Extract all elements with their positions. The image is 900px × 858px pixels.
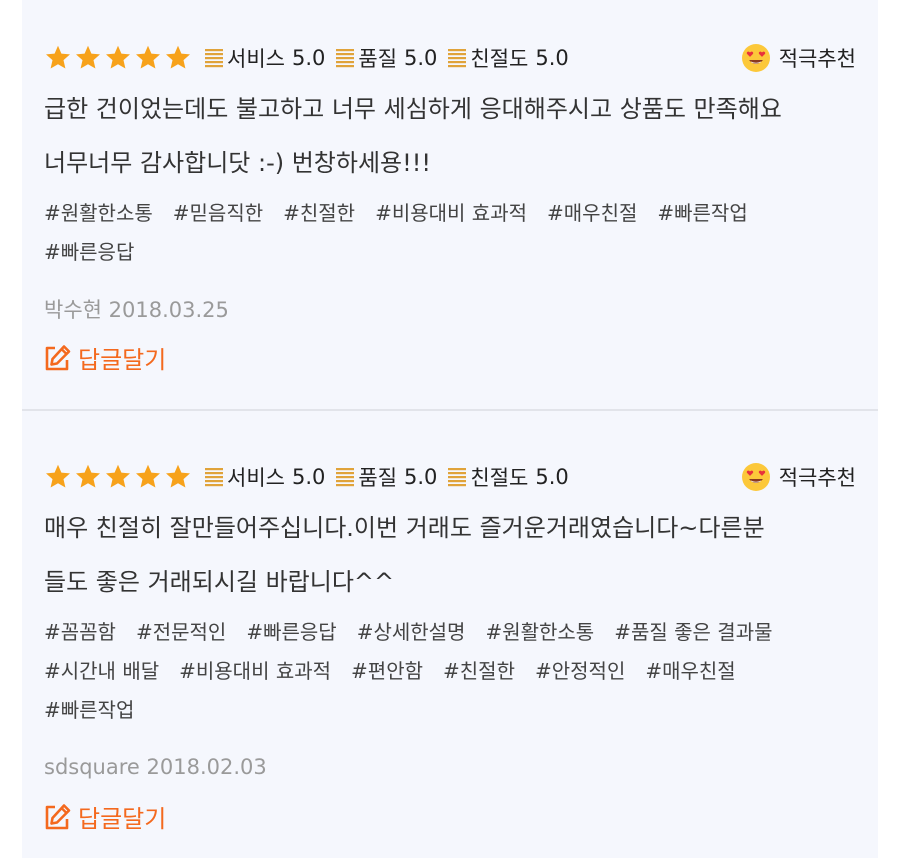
tag[interactable]: #친절한	[283, 194, 355, 233]
review-text: 급한 건이었는데도 불고하고 너무 세심하게 응대해주시고 상품도 만족해요너무…	[44, 82, 860, 190]
score-label: 친절도	[470, 466, 529, 490]
review-list-page: 서비스 5.0 품질 5.0 친절도 5.0 적극추천 급한 건이었는데도 불고하고 너무…	[0, 0, 900, 858]
score-value: 5.0	[404, 465, 438, 489]
review-text-line: 급한 건이었는데도 불고하고 너무 세심하게 응대해주시고 상품도 만족해요	[44, 95, 782, 123]
star-rating	[44, 44, 194, 72]
tag[interactable]: #시간내 배달	[44, 652, 159, 691]
score-label: 품질	[358, 466, 398, 490]
tag[interactable]: #빠른작업	[657, 194, 747, 233]
review-text: 매우 친절히 잘만들어주십니다.이번 거래도 즐거운거래였습니다~다른분들도 좋…	[44, 501, 860, 609]
list-lines-icon	[336, 49, 355, 68]
score-item: 친절도 5.0	[447, 462, 569, 492]
star-icon	[76, 45, 100, 69]
review-divider	[22, 409, 878, 411]
star-rating	[44, 463, 194, 491]
list-lines-icon	[336, 468, 355, 487]
star-icon	[76, 464, 100, 488]
list-lines-icon	[448, 49, 467, 68]
score-item: 서비스 5.0	[204, 462, 325, 492]
score-label: 서비스	[227, 47, 285, 71]
tag[interactable]: #품질 좋은 결과물	[614, 613, 772, 652]
tag[interactable]: #편안함	[351, 652, 423, 691]
score-label: 품질	[358, 47, 398, 71]
score-value: 5.0	[535, 46, 569, 70]
tag[interactable]: #원활한소통	[485, 613, 594, 652]
tag[interactable]: #친절한	[443, 652, 515, 691]
score-item: 품질 5.0	[335, 462, 437, 492]
review-date: 2018.02.03	[146, 755, 267, 779]
review-text-line: 들도 좋은 거래되시길 바랍니다^^	[44, 568, 395, 596]
star-icon	[166, 45, 190, 69]
heart-eyes-emoji-icon	[741, 463, 770, 491]
review-item: 서비스 5.0 품질 5.0 친절도 5.0 적극추천 급한 건이었는데도 불고하고 너무…	[22, 0, 878, 410]
review-text-line: 너무너무 감사합니닷 :-) 번창하세용!!!	[44, 149, 431, 177]
tag[interactable]: #상세한설명	[357, 613, 466, 652]
score-value: 5.0	[535, 465, 569, 489]
score-item: 친절도 5.0	[447, 43, 569, 73]
star-icon	[46, 45, 70, 69]
tag[interactable]: #빠른응답	[246, 613, 336, 652]
tag[interactable]: #비용대비 효과적	[375, 194, 527, 233]
author-name: sdsquare	[44, 755, 140, 779]
review-item: 서비스 5.0 품질 5.0 친절도 5.0 적극추천 매우 친절히 잘만들어주십니다.이…	[22, 411, 878, 858]
author-name: 박수현	[44, 298, 102, 322]
heart-eyes-emoji-icon	[741, 44, 770, 72]
score-item: 품질 5.0	[335, 43, 437, 73]
score-value: 5.0	[291, 465, 326, 489]
tag[interactable]: #믿음직한	[173, 194, 263, 233]
tag[interactable]: #꼼꼼함	[44, 613, 116, 652]
review-meta: 박수현 2018.03.25	[44, 294, 229, 324]
reply-button[interactable]: 답글달기	[42, 799, 166, 834]
score-item: 서비스 5.0	[204, 43, 325, 73]
tag-list: #꼼꼼함 #전문적인 #빠른응답 #상세한설명 #원활한소통 #품질 좋은 결과물 #시간내…	[44, 613, 838, 730]
star-icon	[136, 45, 160, 69]
tag[interactable]: #매우친절	[547, 194, 637, 233]
tag[interactable]: #빠른작업	[44, 691, 134, 730]
review-text-line: 매우 친절히 잘만들어주십니다.이번 거래도 즐거운거래였습니다~다른분	[44, 514, 765, 542]
review-meta: sdsquare 2018.02.03	[44, 755, 267, 779]
star-icon	[166, 464, 190, 488]
review-panel: 서비스 5.0 품질 5.0 친절도 5.0 적극추천 급한 건이었는데도 불고하고 너무…	[22, 0, 878, 858]
edit-icon	[45, 803, 71, 829]
tag-list: #원활한소통 #믿음직한 #친절한 #비용대비 효과적 #매우친절 #빠른작업 #빠른응답	[44, 194, 838, 272]
tag[interactable]: #비용대비 효과적	[179, 652, 331, 691]
recommend-label: 적극추천	[778, 466, 856, 490]
reply-label: 답글달기	[78, 805, 167, 833]
recommend-badge: 적극추천	[741, 462, 856, 492]
list-lines-icon	[205, 49, 223, 68]
reply-label: 답글달기	[78, 346, 167, 374]
recommend-label: 적극추천	[778, 47, 856, 71]
score-value: 5.0	[291, 46, 326, 70]
tag[interactable]: #빠른응답	[44, 233, 134, 272]
score-value: 5.0	[404, 46, 438, 70]
tag[interactable]: #원활한소통	[44, 194, 153, 233]
star-icon	[106, 45, 130, 69]
list-lines-icon	[448, 468, 467, 487]
star-icon	[106, 464, 130, 488]
score-label: 친절도	[470, 47, 529, 71]
score-label: 서비스	[227, 466, 285, 490]
edit-icon	[45, 344, 71, 370]
review-date: 2018.03.25	[108, 298, 229, 322]
star-icon	[136, 464, 160, 488]
recommend-badge: 적극추천	[741, 43, 856, 73]
tag[interactable]: #안정적인	[535, 652, 625, 691]
tag[interactable]: #매우친절	[645, 652, 735, 691]
rating-row: 서비스 5.0 품질 5.0 친절도 5.0 적극추천	[44, 459, 856, 495]
rating-row: 서비스 5.0 품질 5.0 친절도 5.0 적극추천	[44, 40, 856, 76]
tag[interactable]: #전문적인	[136, 613, 226, 652]
list-lines-icon	[205, 468, 223, 487]
star-icon	[46, 464, 70, 488]
reply-button[interactable]: 답글달기	[42, 340, 166, 375]
